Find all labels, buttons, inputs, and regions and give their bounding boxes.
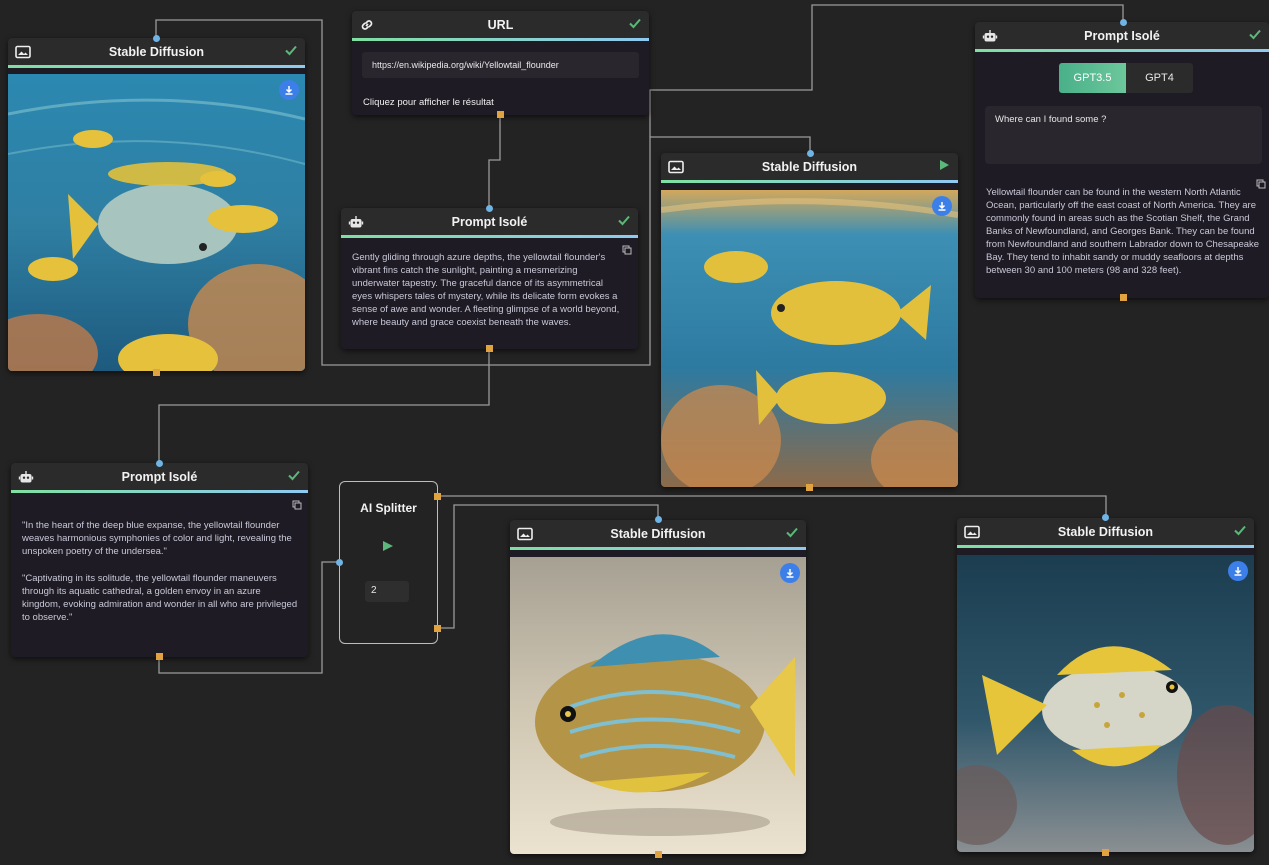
prompt-isole-node-2[interactable]: Prompt Isolé GPT3.5 GPT4 Where can I fou… — [975, 22, 1269, 301]
node-title: Stable Diffusion — [108, 44, 205, 59]
generated-image[interactable] — [957, 555, 1254, 852]
output-port-1[interactable] — [434, 493, 441, 500]
node-title: URL — [487, 17, 514, 32]
output-port[interactable] — [486, 345, 493, 352]
input-port[interactable] — [655, 516, 662, 523]
download-button[interactable] — [780, 563, 800, 583]
generated-image[interactable] — [510, 557, 806, 854]
output-port[interactable] — [1102, 849, 1109, 856]
robot-icon — [18, 471, 34, 483]
node-title: Stable Diffusion — [610, 526, 706, 541]
prompt-output-paragraph-1: "In the heart of the deep blue expanse, … — [22, 520, 292, 557]
output-port[interactable] — [497, 111, 504, 118]
check-icon — [629, 18, 641, 29]
show-result-link[interactable]: Cliquez pour afficher le résultat — [363, 97, 494, 108]
node-title: Stable Diffusion — [761, 159, 858, 174]
check-icon — [786, 527, 798, 538]
prompt-output-text: Gently gliding through azure depths, the… — [352, 252, 620, 328]
output-port[interactable] — [655, 851, 662, 858]
node-title: AI Splitter — [360, 501, 417, 515]
prompt-isole-node-3[interactable]: Prompt Isolé "In the heart of the deep b… — [11, 463, 308, 660]
stable-diffusion-node-1[interactable]: Stable Diffusion — [8, 38, 305, 376]
ai-splitter-node[interactable]: AI Splitter 2 — [336, 481, 441, 644]
question-textarea[interactable]: Where can I found some ? — [985, 106, 1262, 164]
node-title: Prompt Isolé — [451, 214, 528, 229]
prompt-output-paragraph-2: "Captivating in its solitude, the yellow… — [22, 573, 298, 623]
copy-icon[interactable] — [292, 500, 302, 510]
prompt-isole-node-1[interactable]: Prompt Isolé Gently gliding through azur… — [341, 208, 638, 352]
model-option-gpt4[interactable]: GPT4 — [1126, 63, 1193, 93]
url-input[interactable]: https://en.wikipedia.org/wiki/Yellowtail… — [362, 52, 639, 78]
node-header[interactable]: Prompt Isolé — [341, 208, 638, 238]
image-icon — [15, 45, 31, 59]
input-port[interactable] — [153, 35, 160, 42]
stable-diffusion-node-4[interactable]: Stable Diffusion — [957, 514, 1254, 856]
output-port[interactable] — [1120, 294, 1127, 301]
check-icon — [288, 470, 300, 481]
input-port[interactable] — [156, 460, 163, 467]
check-icon — [618, 215, 630, 226]
download-icon — [285, 86, 293, 95]
output-port-2[interactable] — [434, 625, 441, 632]
download-icon — [938, 202, 946, 211]
download-icon — [1234, 567, 1242, 576]
stable-diffusion-node-3[interactable]: Stable Diffusion — [510, 516, 806, 858]
image-icon — [964, 525, 980, 539]
node-header[interactable]: Stable Diffusion — [957, 518, 1254, 548]
check-icon — [1249, 29, 1261, 40]
node-title: Stable Diffusion — [1057, 524, 1154, 539]
split-count-input[interactable]: 2 — [365, 581, 409, 602]
node-header[interactable]: URL — [352, 11, 649, 41]
generated-image[interactable] — [8, 74, 305, 371]
robot-icon — [982, 30, 998, 42]
node-header[interactable]: Prompt Isolé — [11, 463, 308, 493]
input-port[interactable] — [1120, 19, 1127, 26]
stable-diffusion-node-2[interactable]: Stable Diffusion — [661, 153, 958, 491]
robot-icon — [348, 216, 364, 228]
node-header[interactable]: Stable Diffusion — [8, 38, 305, 68]
download-button[interactable] — [1228, 561, 1248, 581]
output-port[interactable] — [156, 653, 163, 660]
output-port[interactable] — [806, 484, 813, 491]
input-port[interactable] — [486, 205, 493, 212]
input-port[interactable] — [807, 150, 814, 157]
node-header[interactable]: Stable Diffusion — [510, 520, 806, 550]
check-icon — [1234, 525, 1246, 536]
play-icon[interactable] — [382, 540, 394, 552]
download-button[interactable] — [279, 80, 299, 100]
node-title: Prompt Isolé — [1084, 28, 1160, 43]
model-toggle[interactable]: GPT3.5 GPT4 — [1059, 63, 1193, 93]
prompt-answer-text: Yellowtail flounder can be found in the … — [986, 187, 1260, 276]
node-header[interactable]: Stable Diffusion — [661, 153, 958, 183]
url-node[interactable]: URL https://en.wikipedia.org/wiki/Yellow… — [352, 11, 649, 118]
image-icon — [668, 160, 684, 174]
download-button[interactable] — [932, 196, 952, 216]
play-icon[interactable] — [937, 158, 951, 172]
link-icon — [361, 20, 373, 30]
input-port[interactable] — [336, 559, 343, 566]
image-icon — [517, 527, 533, 541]
check-icon — [285, 45, 297, 56]
node-header[interactable]: Prompt Isolé — [975, 22, 1269, 52]
node-title: Prompt Isolé — [121, 469, 198, 484]
download-icon — [786, 569, 794, 578]
generated-image[interactable] — [661, 190, 958, 487]
input-port[interactable] — [1102, 514, 1109, 521]
output-port[interactable] — [153, 369, 160, 376]
model-option-gpt35[interactable]: GPT3.5 — [1059, 63, 1126, 93]
